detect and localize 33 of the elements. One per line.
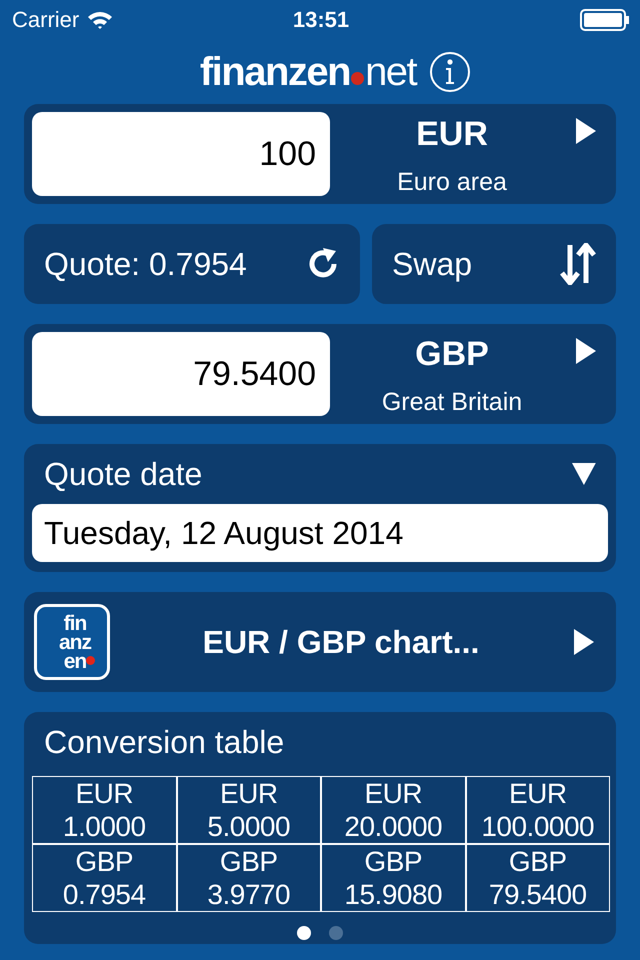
chart-button[interactable]: fin anz en EUR / GBP chart... [24,592,616,692]
info-icon [445,59,456,85]
carrier-label: Carrier [12,7,80,33]
table-cell: EUR 20.0000 [322,777,464,843]
play-arrow-icon [574,118,598,144]
date-field[interactable]: Tuesday, 12 August 2014 [32,504,608,562]
swap-button[interactable]: Swap [372,224,616,304]
table-cell: GBP 79.5400 [466,845,609,911]
currency-selector[interactable]: EUR Euro area [330,104,608,204]
page-dot[interactable] [329,926,343,940]
table-cell: GBP 3.9770 [178,845,320,911]
table-cell: GBP 15.9080 [322,845,464,911]
play-arrow-icon [572,629,596,655]
quote-refresh-button[interactable]: Quote: 0.7954 [24,224,360,304]
battery-icon [580,9,630,31]
app-icon: fin anz en [34,604,110,680]
table-cell: EUR 5.0000 [178,777,320,843]
page-dot[interactable] [297,926,311,940]
info-button[interactable] [430,52,470,92]
amount-field[interactable]: 79.5400 [32,332,330,416]
table-title: Conversion table [43,723,286,762]
amount-field[interactable]: 100 [32,112,330,196]
currency-selector[interactable]: GBP Great Britain [330,324,608,424]
play-arrow-icon [574,338,598,364]
table-cell: EUR 100.0000 [466,777,609,843]
finanzen-logo: finanzen net [200,50,416,94]
wifi-icon [87,10,114,30]
clock-time: 13:51 [292,7,350,33]
table-cell: EUR 1.0000 [33,777,176,843]
table-cell: GBP 0.7954 [33,845,176,911]
date-picker-toggle[interactable]: Quote date [32,444,608,504]
swap-arrows-icon [560,243,596,285]
dropdown-arrow-icon [572,461,596,487]
